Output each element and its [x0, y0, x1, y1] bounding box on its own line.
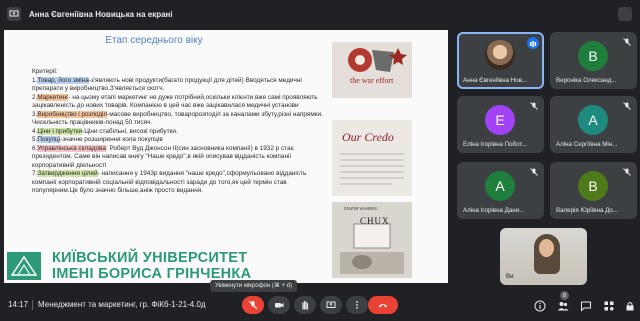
- meeting-name: Менеджмент та маркетинг, гр. ФіКб-1-21-4…: [38, 300, 206, 309]
- criterion-7: 7.Затвердження цілей- написання у 1943р …: [32, 170, 307, 194]
- leave-call-button[interactable]: [368, 296, 398, 314]
- participant-tile-6[interactable]: В Валерія Юріївна До...: [550, 162, 637, 219]
- criterion-5: 5.Покупці-значне розширення кола покупці…: [32, 136, 163, 143]
- war-effort-image: [332, 42, 412, 98]
- bottom-bar: 14:17 Менеджмент та маркетинг, гр. ФіКб-…: [0, 292, 640, 321]
- mic-off-icon: [248, 300, 258, 310]
- activities-icon[interactable]: [603, 300, 615, 312]
- criterion-1: 1.Товар, його зміна-з'являють нові проду…: [32, 76, 302, 92]
- avatar: Е: [485, 105, 515, 135]
- hand-icon: [302, 300, 309, 310]
- avatar: В: [578, 171, 608, 201]
- hang-up-icon: [379, 304, 387, 308]
- presentation-slide: Етап середнього віку Критерії: 1.Товар, …: [4, 30, 448, 283]
- chux-caption: CHUX: [360, 216, 390, 226]
- camera-toggle-button[interactable]: [268, 296, 290, 314]
- mic-off-icon: [623, 102, 631, 110]
- criteria-label: Критерії:: [32, 68, 58, 75]
- chux-headline: DIAPER WASHING: [344, 206, 378, 211]
- present-icon: [326, 301, 336, 308]
- mic-off-icon: [623, 168, 631, 176]
- camera-icon: [275, 303, 284, 308]
- criterion-3: 3.Виробництво і розподіл-масове виробниц…: [32, 110, 323, 126]
- presenter-title: Анна Євгеніївна Новицька на екрані: [29, 9, 173, 19]
- lock-icon[interactable]: [624, 300, 636, 312]
- participant-tile-3[interactable]: Е Еліна Ігорівна Побот...: [457, 96, 544, 153]
- self-name: Ви: [506, 273, 514, 280]
- self-view-tile[interactable]: Ви: [500, 228, 587, 285]
- clock: 14:17: [8, 300, 29, 309]
- people-count-badge: 8: [560, 291, 569, 300]
- avatar: А: [578, 105, 608, 135]
- more-options-button[interactable]: [346, 296, 368, 314]
- chux-ad-image: [332, 202, 412, 278]
- war-effort-caption: the war effort: [350, 76, 394, 85]
- university-logo-icon: [7, 252, 41, 280]
- layout-button[interactable]: [618, 7, 632, 21]
- participant-tile-1[interactable]: Анна Євгеніївна Нов...: [457, 32, 544, 89]
- criterion-2: 2.Маркетинг- на цьому етапі маркетинг не…: [32, 93, 318, 109]
- present-screen-button[interactable]: [320, 296, 342, 314]
- university-name-line1: КИЇВСЬКИЙ УНІВЕРСИТЕТ: [52, 250, 248, 266]
- more-vert-icon: [356, 301, 358, 309]
- participant-tile-4[interactable]: А Аліна Сергіївна Мін...: [550, 96, 637, 153]
- participant-name: Вероніка Олександ...: [556, 77, 617, 84]
- our-credo-caption: Our Credo: [342, 130, 394, 144]
- info-icon[interactable]: [534, 300, 546, 312]
- people-icon[interactable]: [557, 300, 569, 312]
- participant-name: Аліна Ігорівна Дани...: [463, 207, 525, 214]
- mic-tooltip: Увімкнути мікрофон (⌘ + d): [210, 280, 298, 292]
- avatar: А: [485, 171, 515, 201]
- participant-name: Еліна Ігорівна Побот...: [463, 141, 527, 148]
- participant-tile-5[interactable]: А Аліна Ігорівна Дани...: [457, 162, 544, 219]
- criterion-6: 6.Управлінська складова: Роберт Вуд Джон…: [32, 144, 294, 169]
- speaking-indicator-icon: [527, 37, 539, 49]
- chat-icon[interactable]: [580, 300, 592, 312]
- mic-off-icon: [530, 102, 538, 110]
- top-bar: Анна Євгеніївна Новицька на екрані: [0, 0, 640, 28]
- participant-name: Валерія Юріївна До...: [556, 207, 619, 214]
- criterion-4: 4.Ціни і прибутки-Ціни стабільні, високі…: [32, 127, 178, 135]
- university-banner: КИЇВСЬКИЙ УНІВЕРСИТЕТ ІМЕНІ БОРИСА ГРІНЧ…: [4, 246, 304, 283]
- mic-off-icon: [530, 168, 538, 176]
- participant-name: Аліна Сергіївна Мін...: [556, 141, 618, 148]
- participant-name: Анна Євгеніївна Нов...: [463, 77, 528, 84]
- present-screen-icon: [7, 7, 21, 21]
- slide-title: Етап середнього віку: [105, 35, 203, 46]
- avatar: В: [578, 41, 608, 71]
- slide-body: Критерії: 1.Товар, його зміна-з'являють …: [32, 68, 332, 196]
- participant-tile-2[interactable]: В Вероніка Олександ...: [550, 32, 637, 89]
- raise-hand-button[interactable]: [294, 296, 316, 314]
- avatar: [485, 40, 515, 70]
- mic-off-icon: [623, 38, 631, 46]
- mic-toggle-button[interactable]: [242, 296, 264, 314]
